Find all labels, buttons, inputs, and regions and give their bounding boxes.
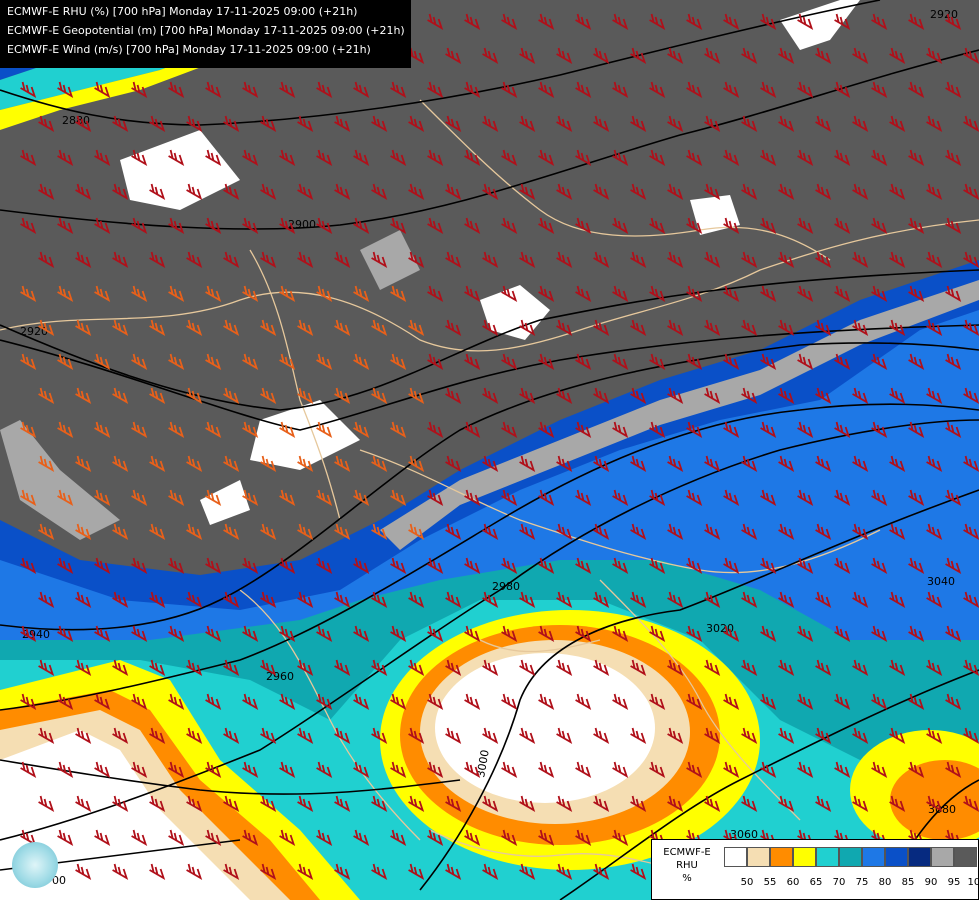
weather-map: 2880 2900 2920 2920 2940 2960 2980 3000 … [0, 0, 979, 900]
legend-tick-label: 50 [740, 877, 754, 888]
legend-title-variable: RHU [676, 860, 698, 871]
map-canvas: 2880 2900 2920 2920 2940 2960 2980 3000 … [0, 0, 979, 900]
contour-label-3040: 3040 [927, 575, 955, 588]
header-wind-line: ECMWF-E Wind (m/s) [700 hPa] Monday 17-1… [7, 43, 371, 56]
legend-swatch [793, 847, 816, 867]
legend-swatches [724, 847, 977, 867]
legend-swatch [747, 847, 770, 867]
map-header: ECMWF-E RHU (%) [700 hPa] Monday 17-11-2… [0, 0, 411, 68]
ecmwf-logo-icon [12, 842, 58, 888]
legend-tick-label: 95 [947, 877, 961, 888]
legend-tick-label: 65 [809, 877, 823, 888]
legend-tick-label: 85 [901, 877, 915, 888]
legend-tick-label: 90 [924, 877, 938, 888]
legend-tick-label: 55 [763, 877, 777, 888]
legend-swatch [885, 847, 908, 867]
legend-swatch [839, 847, 862, 867]
legend-title: ECMWF-E RHU % [652, 846, 722, 885]
rhu-legend: ECMWF-E RHU % 50 55 60 65 70 75 80 85 90 95 100 [651, 839, 979, 900]
header-rhu-line: ECMWF-E RHU (%) [700 hPa] Monday 17-11-2… [7, 5, 358, 18]
legend-title-unit: % [682, 873, 692, 884]
legend-swatch [724, 847, 747, 867]
legend-tick-label: 70 [832, 877, 846, 888]
contour-label-2980: 2980 [492, 580, 520, 593]
legend-tick-label: 60 [786, 877, 800, 888]
legend-swatch [770, 847, 793, 867]
legend-swatch [954, 847, 977, 867]
contour-label-2880: 2880 [62, 114, 90, 127]
legend-swatch [931, 847, 954, 867]
legend-title-model: ECMWF-E [663, 847, 711, 858]
contour-label-2920-west: 2920 [20, 325, 48, 338]
legend-tick-label: 80 [878, 877, 892, 888]
legend-swatch [862, 847, 885, 867]
legend-tick-label: 100 [967, 877, 979, 888]
legend-swatch [816, 847, 839, 867]
legend-swatch [908, 847, 931, 867]
header-geopotential-line: ECMWF-E Geopotential (m) [700 hPa] Monda… [7, 24, 405, 37]
contour-label-2920-east: 2920 [930, 8, 958, 21]
legend-ticks: 50 55 60 65 70 75 80 85 90 95 100 [724, 877, 979, 891]
rhu-field-50-center [435, 653, 655, 803]
legend-tick-label: 75 [855, 877, 869, 888]
